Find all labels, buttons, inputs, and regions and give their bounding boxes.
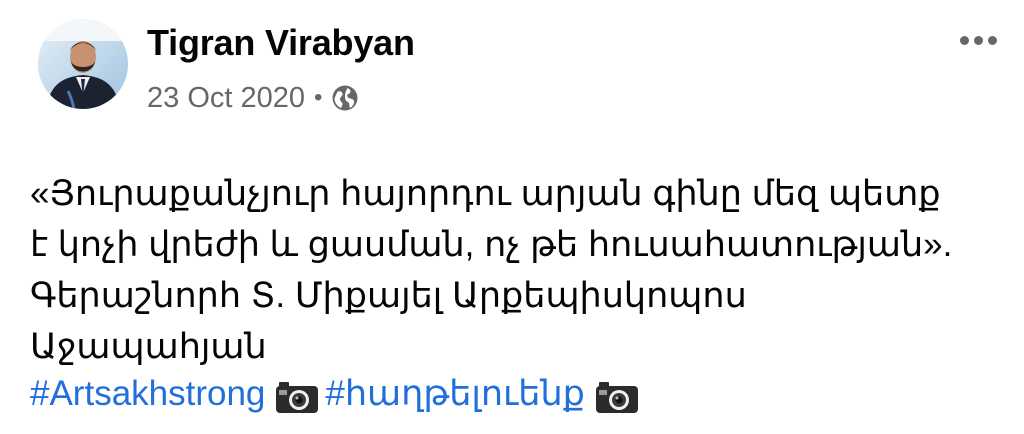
author-name[interactable]: Tigran Virabyan xyxy=(147,22,415,64)
more-dot xyxy=(973,35,983,45)
more-options-icon[interactable] xyxy=(950,22,1006,58)
post-text-line: է կոչի վրեժի և ցասման, ոչ թե հուսահատութ… xyxy=(30,225,953,264)
post-date[interactable]: 23 Oct 2020 xyxy=(147,82,305,115)
hashtag-link[interactable]: #Artsakhstrong xyxy=(30,368,265,419)
post-text-line: Աջապահյան xyxy=(30,327,267,366)
post-text: «Յուրաքանչյուր հայորդու արյան գինը մեզ պ… xyxy=(30,168,1005,372)
meta-separator: • xyxy=(314,84,323,111)
camera-icon xyxy=(595,377,639,413)
post-text-line: «Յուրաքանչյուր հայորդու արյան գինը մեզ պ… xyxy=(30,174,941,213)
post-text-line: Գերաշնորհ Տ. Միքայել Արքեպիսկոպոս xyxy=(30,276,747,315)
more-dot xyxy=(959,35,969,45)
more-dot xyxy=(987,35,997,45)
hashtag-row: #Artsakhstrong #հաղթելուենք xyxy=(30,368,645,419)
camera-icon xyxy=(275,377,319,413)
post-meta: 23 Oct 2020 • xyxy=(147,80,360,116)
globe-icon[interactable] xyxy=(330,83,360,113)
avatar[interactable] xyxy=(38,19,128,109)
facebook-post: Tigran Virabyan 23 Oct 2020 • «Յուրաքանչ… xyxy=(0,0,1024,434)
hashtag-link[interactable]: #հաղթելուենք xyxy=(325,368,585,419)
